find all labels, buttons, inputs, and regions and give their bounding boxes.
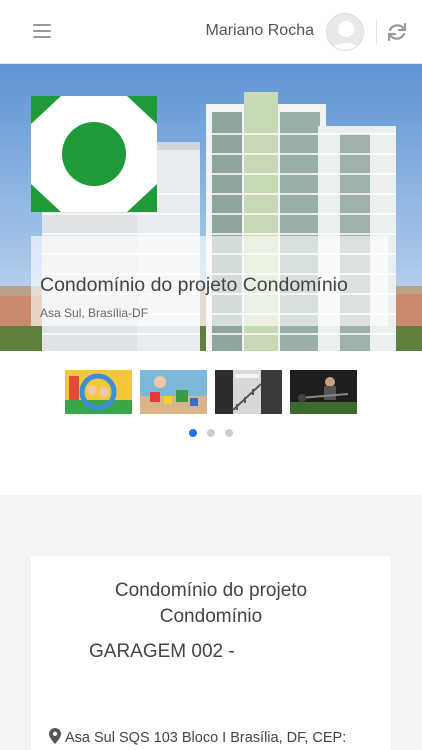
thumbnail-staircase[interactable] <box>215 370 282 414</box>
address-text: Asa Sul SQS 103 Bloco I Brasília, DF, CE… <box>65 730 347 746</box>
hero-caption: Condomínio do projeto Condomínio Asa Sul… <box>31 236 388 326</box>
thumbnail-toy-room[interactable] <box>140 370 207 414</box>
unit-detail-card: Condomínio do projeto Condomínio GARAGEM… <box>31 556 391 750</box>
thumbnail-playground[interactable] <box>65 370 132 414</box>
unit-label: GARAGEM 002 - <box>89 641 235 662</box>
thumbnail-gym[interactable] <box>290 370 357 414</box>
condominium-title-line-2: Condomínio <box>159 606 263 627</box>
refresh-icon[interactable] <box>385 20 409 44</box>
address-row: Asa Sul SQS 103 Bloco I Brasília, DF, CE… <box>49 728 346 746</box>
top-bar: Mariano Rocha <box>0 0 422 64</box>
condominium-title-line-1: Condomínio do projeto <box>114 580 308 601</box>
header-divider <box>376 20 377 44</box>
condominium-logo <box>31 96 157 212</box>
map-pin-icon <box>49 728 61 744</box>
photo-gallery <box>0 351 422 495</box>
carousel-dot-3[interactable] <box>225 429 233 437</box>
user-avatar[interactable] <box>326 13 364 51</box>
hero-banner[interactable]: Condomínio do projeto Condomínio Asa Sul… <box>0 64 422 351</box>
hero-title: Condomínio do projeto Condomínio <box>40 274 348 296</box>
carousel-dot-1[interactable] <box>189 429 197 437</box>
hero-location: Asa Sul, Brasília-DF <box>40 306 149 320</box>
hamburger-menu-icon[interactable] <box>33 22 53 40</box>
avatar-placeholder-icon <box>331 21 361 50</box>
user-name[interactable]: Mariano Rocha <box>206 22 315 40</box>
condominium-title: Condomínio do projeto Condomínio <box>31 578 391 630</box>
carousel-dot-2[interactable] <box>207 429 215 437</box>
